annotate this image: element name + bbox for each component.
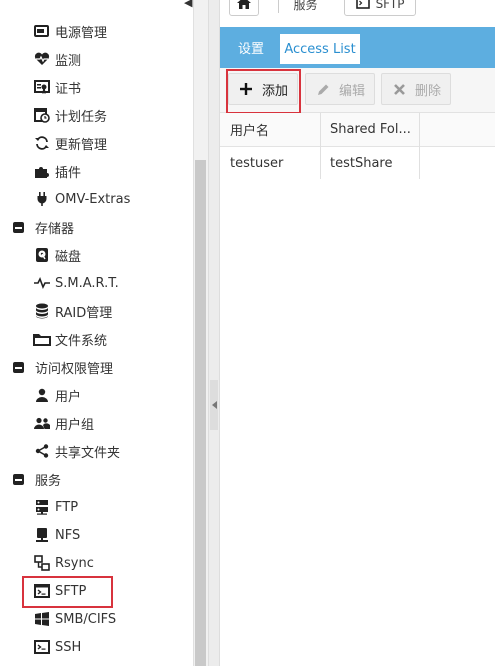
breadcrumb-home[interactable] [229, 0, 259, 16]
certificate-icon [33, 78, 51, 96]
disk-icon [33, 246, 51, 264]
sidebar-scrollbar-thumb[interactable] [195, 160, 206, 666]
breadcrumb-sftp[interactable]: SFTP [344, 0, 416, 16]
sidebar-item-update-management[interactable]: 更新管理 [33, 129, 107, 157]
sidebar-item-users[interactable]: 用户 [33, 381, 81, 409]
sidebar-item-rsync[interactable]: Rsync [33, 549, 94, 577]
cell-shared-folder: testShare [330, 155, 393, 171]
puzzle-icon [33, 162, 51, 180]
sidebar-item-scheduled-tasks[interactable]: 计划任务 [33, 101, 107, 129]
column-divider [419, 146, 420, 179]
database-icon [33, 302, 51, 320]
collapse-icon[interactable] [10, 470, 26, 488]
sidebar-item-filesystems[interactable]: 文件系统 [33, 325, 107, 353]
sidebar-item-disks[interactable]: 磁盘 [33, 241, 81, 269]
plus-icon [238, 81, 254, 97]
tab-settings[interactable]: 设置 [238, 36, 264, 64]
heart-pulse-icon [33, 50, 51, 68]
collapse-icon[interactable] [10, 218, 26, 236]
splitter-collapse-handle[interactable] [210, 380, 218, 430]
column-header-shared-folder[interactable]: Shared Fol... [330, 113, 411, 146]
rsync-icon [33, 554, 51, 572]
refresh-icon [33, 134, 51, 152]
sidebar-group-storage[interactable]: 存储器 [10, 213, 74, 241]
terminal-icon [33, 638, 51, 656]
sidebar-nav: ◀ 电源管理 监测 证书 计划任务 更新管理 插件 OMV-Extras 存储器… [0, 0, 208, 666]
users-icon [33, 414, 51, 432]
column-divider [419, 113, 420, 146]
sidebar-group-services[interactable]: 服务 [10, 465, 61, 493]
sidebar-item-monitoring[interactable]: 监测 [33, 45, 81, 73]
sidebar-item-shared-folders[interactable]: 共享文件夹 [33, 437, 120, 465]
pulse-icon [33, 274, 51, 292]
sidebar-item-sftp[interactable]: SFTP [33, 577, 86, 605]
breadcrumb: 服务 SFTP [220, 0, 495, 20]
collapse-icon[interactable] [10, 358, 26, 376]
column-header-username[interactable]: 用户名 [230, 113, 269, 146]
sidebar-item-smb-cifs[interactable]: SMB/CIFS [33, 605, 116, 633]
home-icon [237, 0, 251, 12]
calendar-clock-icon [33, 106, 51, 124]
sidebar-item-power[interactable]: 电源管理 [33, 17, 107, 45]
close-icon [391, 81, 407, 97]
sidebar-item-smart[interactable]: S.M.A.R.T. [33, 269, 119, 297]
windows-icon [33, 610, 51, 628]
user-icon [33, 386, 51, 404]
pencil-icon [315, 81, 331, 97]
sidebar-group-access-rights[interactable]: 访问权限管理 [10, 353, 113, 381]
sidebar-item-plugins[interactable]: 插件 [33, 157, 81, 185]
sidebar-item-ssh[interactable]: SSH [33, 633, 81, 661]
server-icon [33, 498, 51, 516]
terminal-icon [355, 0, 370, 12]
panel-splitter[interactable] [208, 0, 220, 666]
tab-access-list[interactable]: Access List [279, 33, 361, 65]
sidebar-item-omv-extras[interactable]: OMV-Extras [33, 185, 130, 213]
share-icon [33, 442, 51, 460]
folder-icon [33, 330, 51, 348]
plug-icon [33, 190, 51, 208]
sidebar-item-certificates[interactable]: 证书 [33, 73, 81, 101]
sidebar-item-nfs[interactable]: NFS [33, 521, 80, 549]
cell-username: testuser [230, 155, 284, 171]
sidebar-item-raid[interactable]: RAID管理 [33, 297, 112, 325]
power-icon [33, 22, 51, 40]
breadcrumb-services[interactable]: 服务 [267, 0, 329, 16]
nfs-icon [33, 526, 51, 544]
sidebar-item-ftp[interactable]: FTP [33, 493, 78, 521]
edit-button[interactable]: 编辑 [305, 73, 375, 105]
collapse-arrow-icon[interactable]: ◀ [184, 0, 192, 9]
sidebar-item-groups[interactable]: 用户组 [33, 409, 94, 437]
column-divider [320, 113, 321, 146]
chevron-left-icon [211, 401, 217, 409]
terminal-icon [33, 582, 51, 600]
add-button[interactable]: 添加 [228, 73, 298, 105]
delete-button[interactable]: 删除 [381, 73, 451, 105]
column-divider [320, 146, 321, 179]
